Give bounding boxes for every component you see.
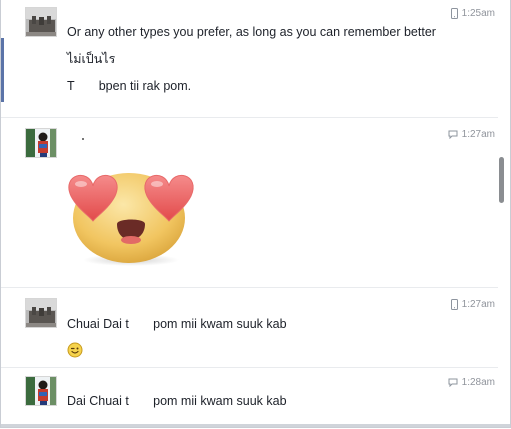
message-paragraph: Dai Chuai t pom mii kwam suuk kab xyxy=(67,394,287,408)
timestamp-text: 1:25am xyxy=(461,8,495,19)
mobile-icon xyxy=(450,8,458,19)
message-paragraph: Chuai Dai t pom mii kwam suuk kab xyxy=(67,317,287,331)
message-timestamp: 1:27am xyxy=(448,129,495,140)
chat-bubble-icon xyxy=(448,130,458,139)
avatar[interactable] xyxy=(25,376,57,406)
chat-thread: 1:25am Or any other types you prefer, as… xyxy=(0,0,511,428)
avatar[interactable] xyxy=(25,298,57,328)
message-paragraph: Or any other types you prefer, as long a… xyxy=(67,25,436,39)
left-accent-bar xyxy=(1,38,4,102)
mobile-icon xyxy=(450,299,458,310)
chat-bubble-icon xyxy=(448,378,458,387)
timestamp-text: 1:27am xyxy=(461,299,495,310)
message-status-dot xyxy=(82,138,84,140)
message-paragraph: T bpen tii rak pom. xyxy=(67,79,192,93)
message-timestamp: 1:27am xyxy=(450,299,495,310)
timestamp-text: 1:28am xyxy=(461,377,495,388)
wink-smiley-icon xyxy=(67,342,83,358)
message-text: Dai Chuai t pom mii kwam suuk kab xyxy=(67,393,437,409)
message-timestamp: 1:25am xyxy=(450,8,495,19)
scrollbar-thumb[interactable] xyxy=(499,157,504,203)
message-timestamp: 1:28am xyxy=(448,377,495,388)
message-divider xyxy=(1,117,498,118)
message-divider xyxy=(1,367,498,368)
heart-eyes-emoji-sticker[interactable] xyxy=(67,166,197,266)
avatar[interactable] xyxy=(25,128,57,158)
timestamp-text: 1:27am xyxy=(461,129,495,140)
avatar[interactable] xyxy=(25,7,57,37)
message-text: Chuai Dai t pom mii kwam suuk kab xyxy=(67,316,437,332)
bottom-border xyxy=(1,424,510,427)
message-divider xyxy=(1,287,498,288)
message-text: Or any other types you prefer, as long a… xyxy=(67,24,437,94)
message-paragraph: ไม่เป็นไร xyxy=(67,52,116,66)
